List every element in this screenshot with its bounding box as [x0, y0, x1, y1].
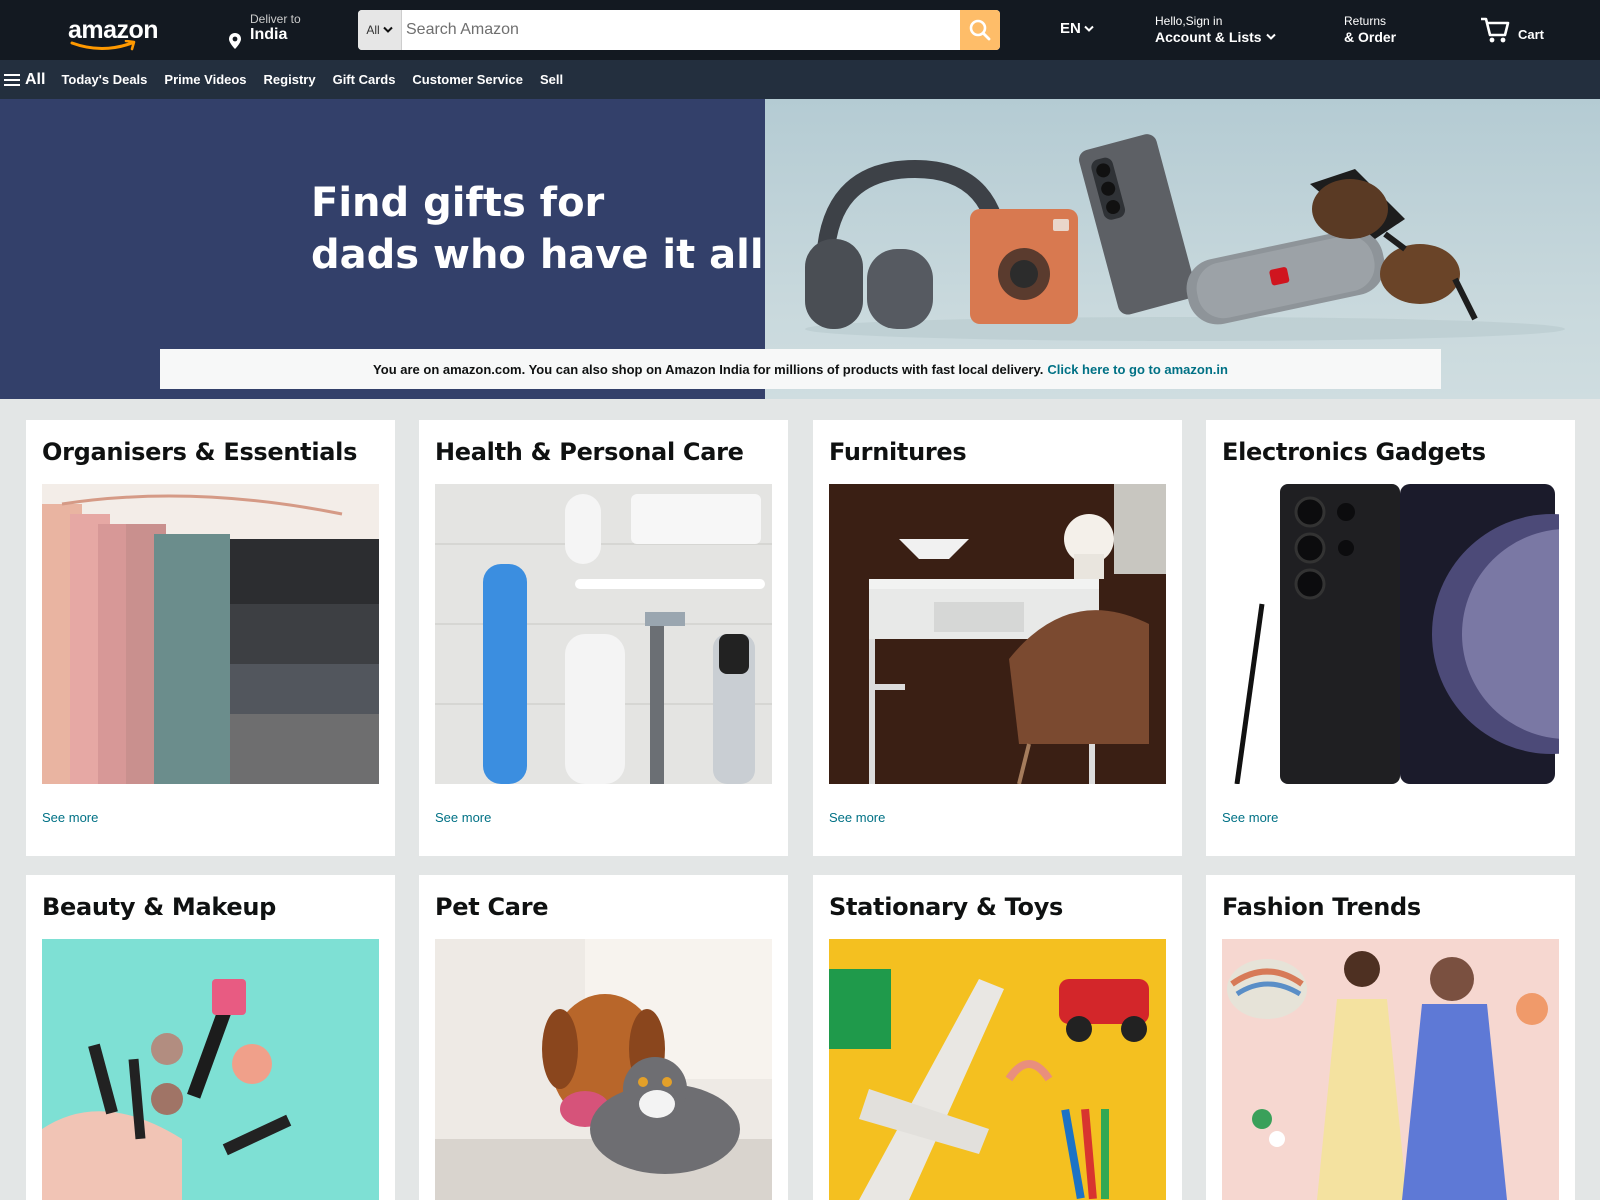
category-card: Health & Personal Care See more [419, 420, 788, 856]
see-more-link[interactable]: See more [435, 810, 491, 825]
nav-sell[interactable]: Sell [540, 72, 563, 87]
card-image[interactable] [42, 939, 379, 1200]
category-card: Furnitures See more [813, 420, 1182, 856]
nav-gift-cards[interactable]: Gift Cards [333, 72, 396, 87]
category-card: Fashion Trends [1206, 875, 1575, 1200]
personal-care-products-image [435, 484, 772, 784]
account-and-lists[interactable]: Hello,Sign in Account & Lists [1155, 14, 1276, 45]
see-more-link[interactable]: See more [1222, 810, 1278, 825]
account-label: Account & Lists [1155, 29, 1262, 45]
hero-title: Find gifts for dads who have it all [311, 180, 764, 278]
card-title: Organisers & Essentials [42, 438, 358, 466]
chevron-down-icon [382, 26, 393, 33]
search-bar: All [358, 10, 1000, 50]
nav-todays-deals[interactable]: Today's Deals [61, 72, 147, 87]
chevron-down-icon [1084, 25, 1094, 32]
smartphone-image [1222, 484, 1559, 784]
see-more-link[interactable]: See more [829, 810, 885, 825]
search-category-select[interactable]: All [358, 10, 402, 50]
card-title: Electronics Gadgets [1222, 438, 1486, 466]
smile-arrow-icon [70, 40, 136, 51]
deliver-to-label: Deliver to [250, 12, 301, 26]
deliver-location: India [250, 26, 288, 43]
card-image[interactable] [435, 939, 772, 1200]
nav-prime-videos[interactable]: Prime Videos [164, 72, 246, 87]
card-title: Beauty & Makeup [42, 893, 277, 921]
amazon-in-link[interactable]: Click here to go to amazon.in [1047, 362, 1228, 377]
cart-button[interactable]: Cart [1480, 16, 1544, 44]
card-title: Pet Care [435, 893, 549, 921]
search-icon [969, 19, 991, 41]
location-pin-icon [229, 33, 241, 49]
card-image[interactable] [42, 484, 379, 784]
all-menu-button[interactable]: All [4, 71, 45, 89]
nav-registry[interactable]: Registry [264, 72, 316, 87]
hero-banner[interactable]: Find gifts for dads who have it all You … [0, 99, 1600, 399]
card-image[interactable] [1222, 939, 1559, 1200]
cart-icon [1481, 17, 1510, 43]
card-title: Fashion Trends [1222, 893, 1421, 921]
chevron-down-icon [1265, 33, 1276, 40]
dog-and-cat-image [435, 939, 772, 1200]
search-button[interactable] [960, 10, 1000, 50]
category-card: Electronics Gadgets See more [1206, 420, 1575, 856]
card-title: Health & Personal Care [435, 438, 744, 466]
hamburger-menu-icon [4, 73, 20, 86]
makeup-image [42, 939, 379, 1200]
greeting-text: Hello,Sign in [1155, 14, 1223, 28]
returns-and-orders[interactable]: Returns & Order [1344, 14, 1396, 45]
card-image[interactable] [829, 939, 1166, 1200]
toys-image [829, 939, 1166, 1200]
category-card: Organisers & Essentials See more [26, 420, 395, 856]
card-title: Stationary & Toys [829, 893, 1064, 921]
card-image[interactable] [1222, 484, 1559, 784]
notice-text: You are on amazon.com. You can also shop… [373, 361, 1044, 377]
language-selector[interactable]: EN [1060, 20, 1094, 37]
category-card: Stationary & Toys [813, 875, 1182, 1200]
amazon-logo[interactable]: amazon [64, 12, 164, 52]
nav-customer-service[interactable]: Customer Service [412, 72, 523, 87]
card-title: Furnitures [829, 438, 967, 466]
category-card: Beauty & Makeup [26, 875, 395, 1200]
fashion-models-image [1222, 939, 1559, 1200]
top-navbar: amazon Deliver to India All EN He [0, 0, 1600, 60]
desk-chair-image [829, 484, 1166, 784]
amazon-india-notice: You are on amazon.com. You can also shop… [160, 349, 1441, 389]
secondary-navbar: All Today's Deals Prime Videos Registry … [0, 60, 1600, 99]
folded-fabrics-image [42, 484, 379, 784]
category-card: Pet Care [419, 875, 788, 1200]
card-image[interactable] [435, 484, 772, 784]
search-input[interactable] [402, 10, 960, 50]
see-more-link[interactable]: See more [42, 810, 98, 825]
card-image[interactable] [829, 484, 1166, 784]
